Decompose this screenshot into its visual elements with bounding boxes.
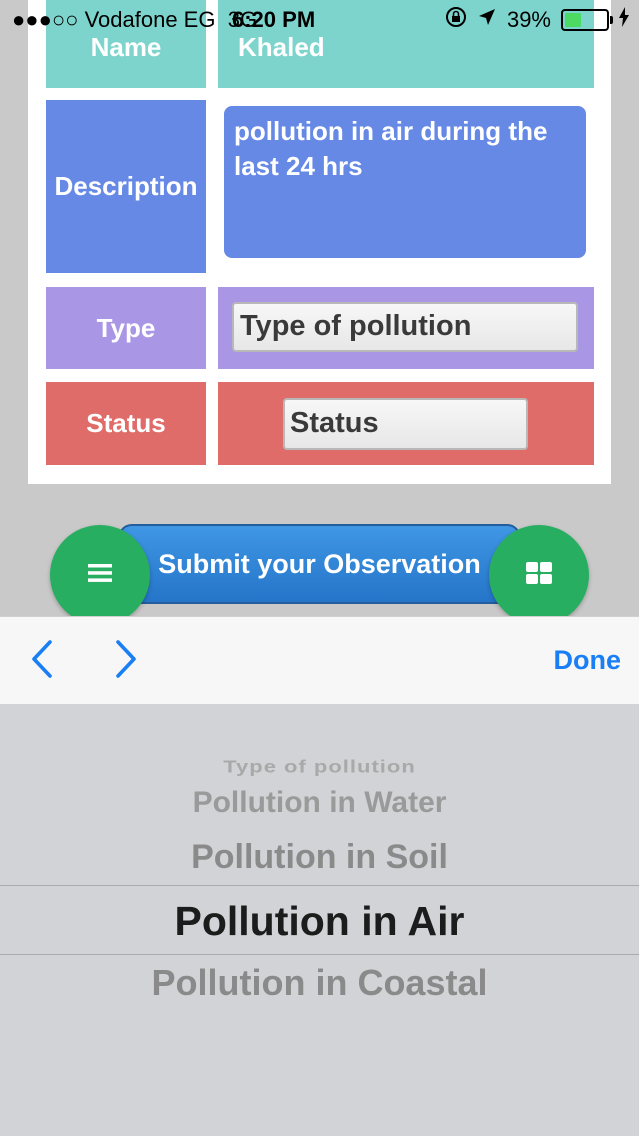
submit-button[interactable]: Submit your Observation <box>118 524 521 604</box>
signal-strength: ●●●○○ <box>12 7 79 32</box>
status-select[interactable]: Status <box>283 398 528 450</box>
type-select[interactable]: Type of pollution <box>232 302 578 352</box>
hamburger-menu-icon <box>88 563 112 588</box>
pollution-type-picker[interactable]: Type of pollution Pollution in Water Pol… <box>0 704 639 1136</box>
location-arrow-icon <box>477 7 497 33</box>
done-button[interactable]: Done <box>554 645 622 676</box>
battery-percent: 39% <box>506 7 551 32</box>
menu-button[interactable] <box>50 525 150 625</box>
picker-toolbar: Done <box>0 616 639 704</box>
picker-option[interactable]: Pollution in Coastal <box>0 962 639 1004</box>
selection-indicator-bottom <box>0 954 639 955</box>
status-right: 39% <box>445 6 629 34</box>
chevron-left-icon <box>30 639 54 684</box>
type-label: Type <box>46 287 206 369</box>
chevron-right-icon <box>114 639 138 684</box>
status-label: Status <box>46 382 206 465</box>
battery-icon <box>561 9 613 31</box>
carrier-info: ●●●○○ Vodafone EG 3G <box>12 7 257 33</box>
description-label: Description <box>46 100 206 273</box>
next-field-button[interactable] <box>104 639 148 683</box>
clock: 6:20 PM <box>232 7 316 32</box>
orientation-lock-icon <box>445 6 467 34</box>
observation-form: Name Khaled Description pollution in air… <box>28 0 611 484</box>
picker-option-selected[interactable]: Pollution in Air <box>0 898 639 945</box>
status-bar: ●●●○○ Vodafone EG 3G 6:20 PM 39% <box>0 0 639 40</box>
selection-indicator-top <box>0 885 639 886</box>
picker-option[interactable]: Pollution in Soil <box>0 838 639 877</box>
grid-icon <box>526 561 552 589</box>
picker-option[interactable]: Type of pollution <box>0 757 639 778</box>
description-field[interactable]: pollution in air during the last 24 hrs <box>224 106 586 258</box>
carrier-name: Vodafone EG <box>84 7 216 32</box>
grid-button[interactable] <box>489 525 589 625</box>
picker-option[interactable]: Pollution in Water <box>0 786 639 820</box>
charging-bolt-icon <box>619 7 629 33</box>
battery-fill <box>565 13 581 27</box>
previous-field-button[interactable] <box>20 639 64 683</box>
